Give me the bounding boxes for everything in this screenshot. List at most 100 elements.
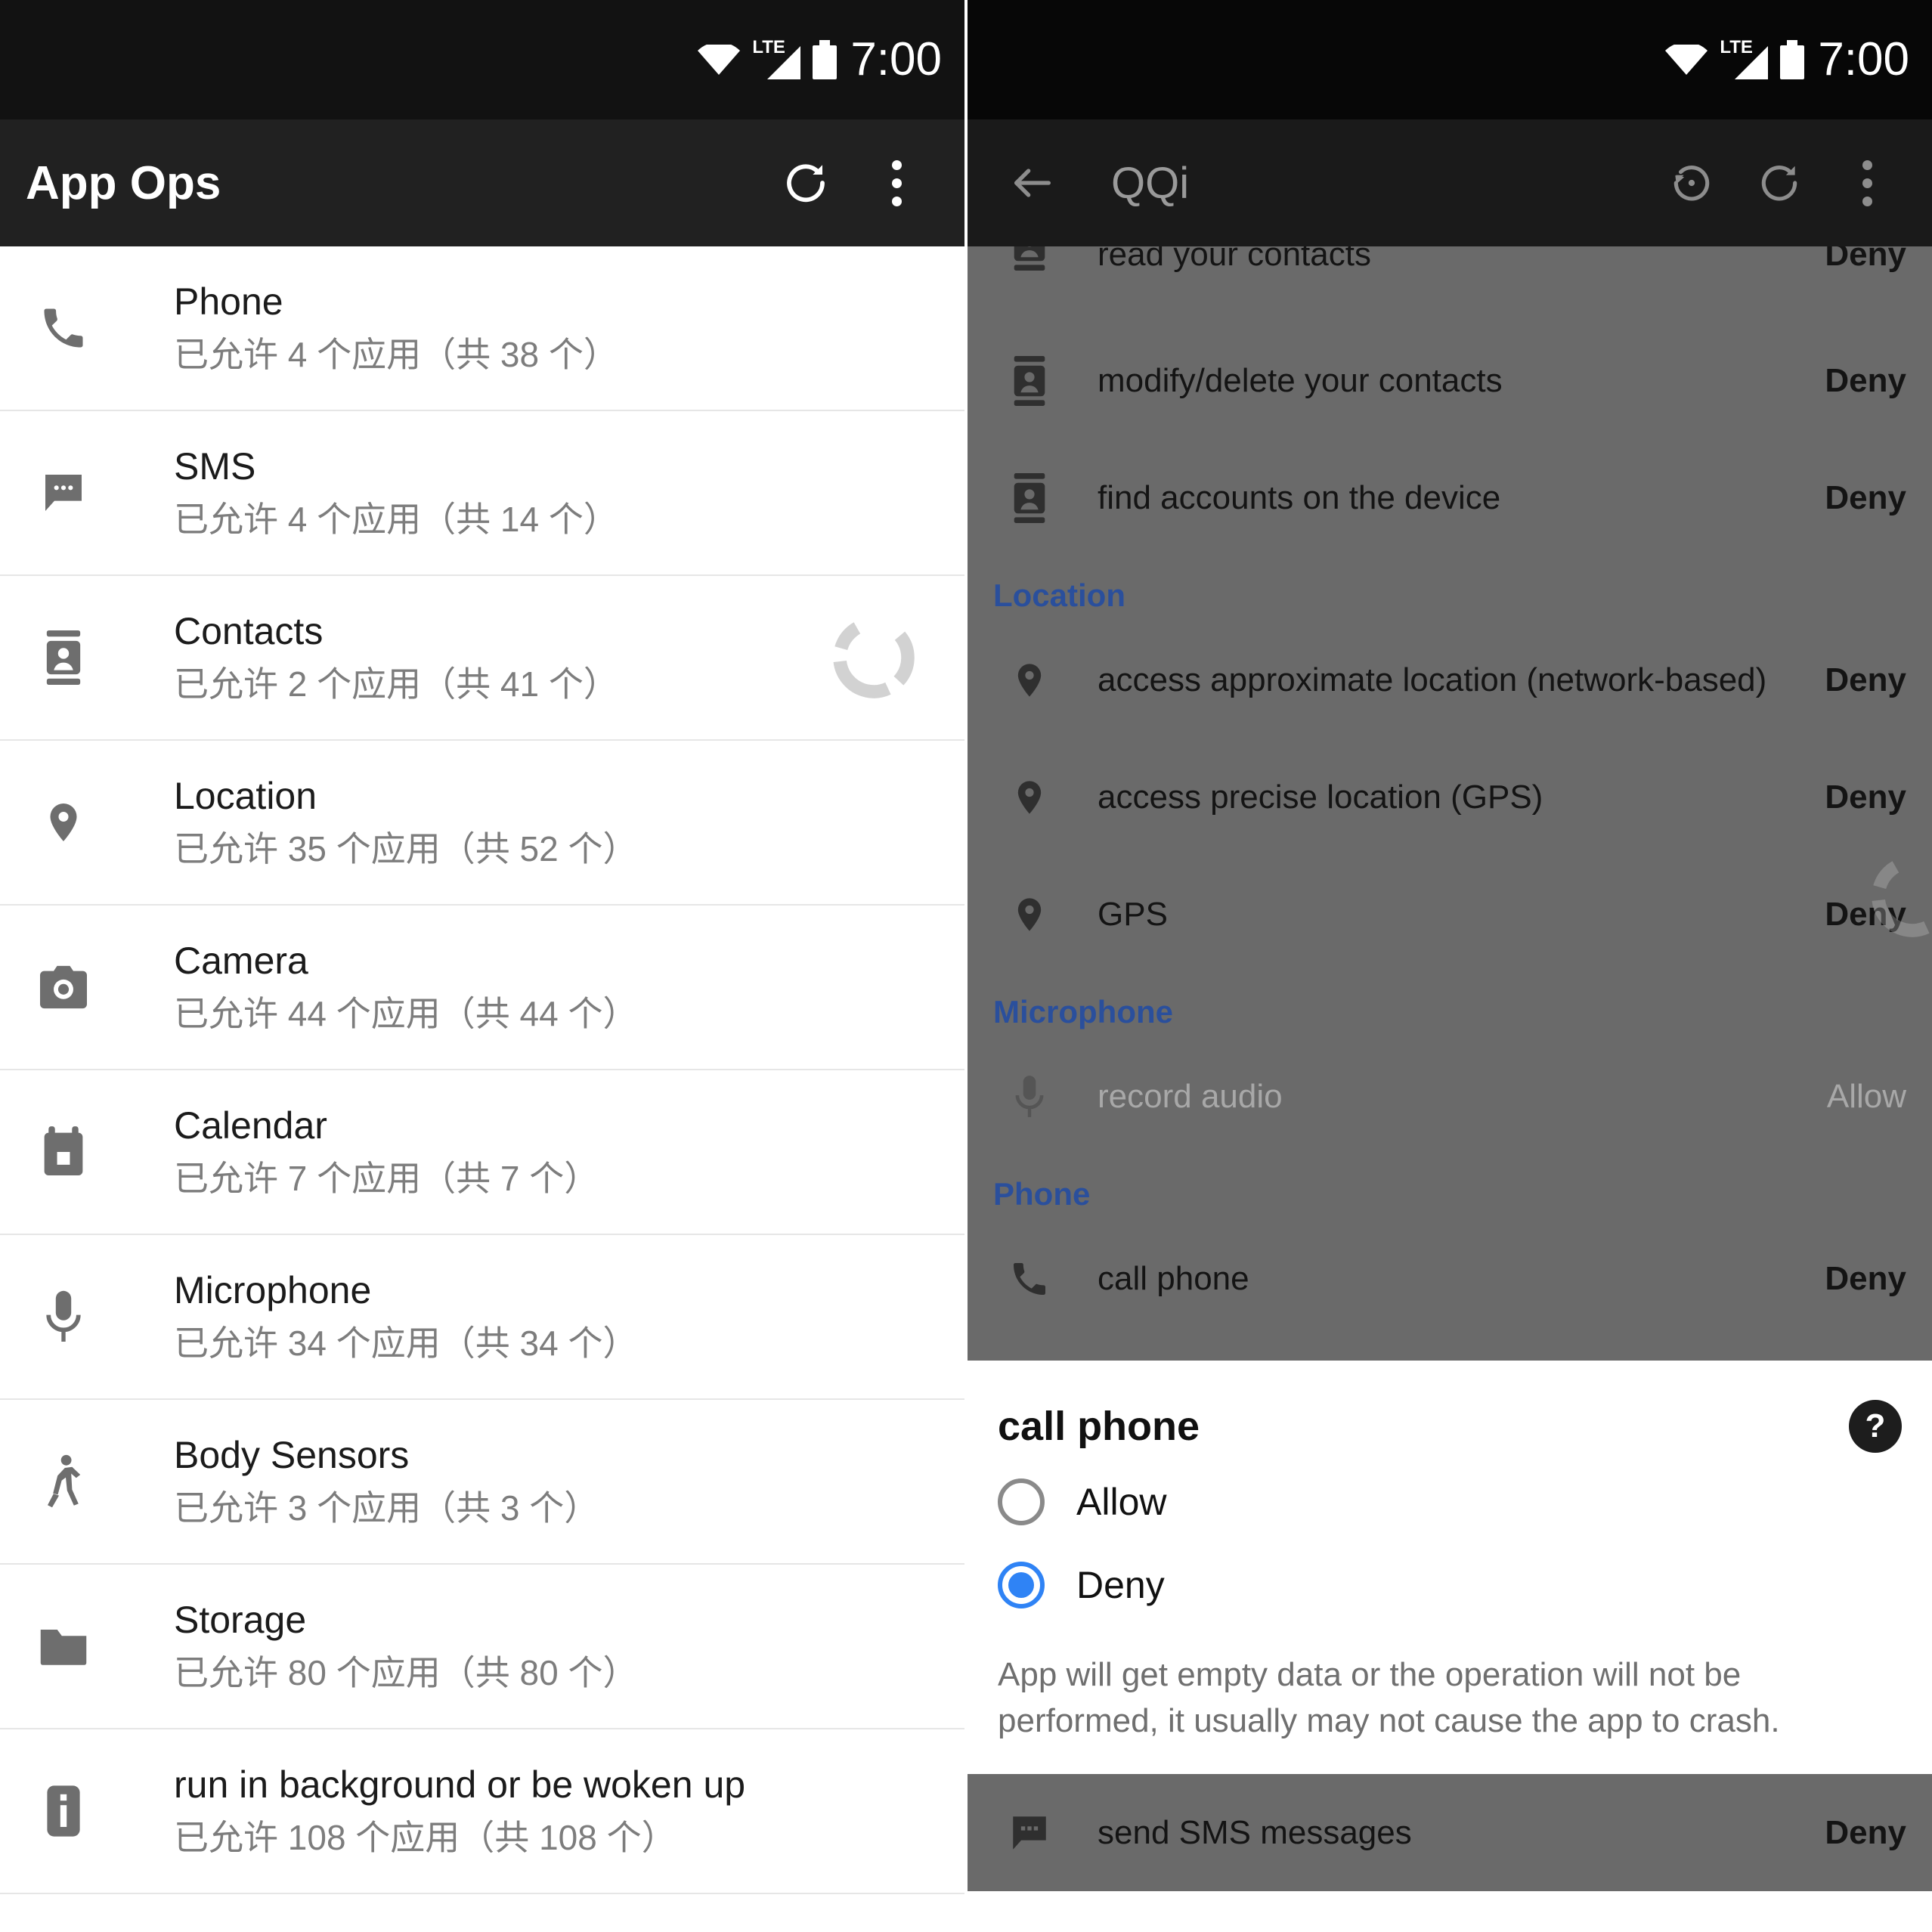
dialog-description: App will get empty data or the operation… bbox=[998, 1656, 1780, 1739]
op-row[interactable]: record audio Allow bbox=[968, 1038, 1932, 1155]
dialog-title: call phone bbox=[998, 1404, 1200, 1449]
list-item-subtitle: 已允许 44 个应用（共 44 个） bbox=[174, 993, 638, 1033]
list-item-title: Camera bbox=[174, 939, 308, 982]
dialog-header: call phone ? bbox=[968, 1361, 1932, 1460]
list-item-title: Location bbox=[174, 774, 317, 817]
list-item-subtitle: 已允许 4 个应用（共 38 个） bbox=[174, 334, 618, 374]
list-item[interactable]: Camera 已允许 44 个应用（共 44 个） bbox=[0, 906, 964, 1070]
wifi-icon bbox=[1665, 45, 1708, 75]
refresh-icon[interactable] bbox=[763, 141, 848, 225]
contacts-icon bbox=[993, 472, 1066, 523]
status-bar-right: LTE 7:00 bbox=[968, 0, 1932, 119]
status-bar-left: LTE 7:00 bbox=[0, 0, 964, 119]
list-item-title: Contacts bbox=[174, 609, 324, 652]
radio-option-deny[interactable]: Deny bbox=[968, 1543, 1932, 1627]
permission-group-list[interactable]: Phone 已允许 4 个应用（共 38 个） SMS 已允许 4 个应用（共 … bbox=[0, 246, 964, 1894]
op-label: read your contacts bbox=[1098, 246, 1371, 273]
phone-icon bbox=[993, 1258, 1066, 1300]
op-label: access precise location (GPS) bbox=[1098, 778, 1543, 816]
page-title: App Ops bbox=[26, 156, 221, 209]
restore-history-icon[interactable] bbox=[1649, 141, 1734, 225]
op-value: Deny bbox=[1825, 778, 1906, 816]
app-toolbar-right: QQi bbox=[968, 119, 1932, 246]
op-row[interactable]: GPS Deny bbox=[968, 856, 1932, 973]
list-item[interactable]: Location 已允许 35 个应用（共 52 个） bbox=[0, 741, 964, 906]
op-row[interactable]: find accounts on the device Deny bbox=[968, 439, 1932, 556]
list-item-subtitle: 已允许 3 个应用（共 3 个） bbox=[174, 1488, 599, 1528]
back-arrow-icon[interactable] bbox=[990, 141, 1075, 225]
op-label: call phone bbox=[1098, 1259, 1249, 1297]
lte-signal-icon: LTE bbox=[752, 39, 801, 79]
op-row[interactable]: modify/delete your contacts Deny bbox=[968, 322, 1932, 439]
list-item-subtitle: 已允许 4 个应用（共 14 个） bbox=[174, 499, 618, 539]
app-toolbar-left: App Ops bbox=[0, 119, 964, 246]
op-row[interactable]: access precise location (GPS) Deny bbox=[968, 738, 1932, 856]
help-icon[interactable]: ? bbox=[1849, 1400, 1902, 1453]
list-item[interactable]: Microphone 已允许 34 个应用（共 34 个） bbox=[0, 1235, 964, 1400]
radio-allow-indicator[interactable] bbox=[998, 1478, 1045, 1525]
dual-screenshot-composite: LTE 7:00 App Ops Phone 已允许 4 个应用（共 38 个）… bbox=[0, 0, 1932, 1932]
loading-spinner-icon bbox=[1867, 851, 1932, 942]
list-item-subtitle: 已允许 34 个应用（共 34 个） bbox=[174, 1323, 638, 1363]
list-item-subtitle: 已允许 7 个应用（共 7 个） bbox=[174, 1158, 599, 1198]
list-item[interactable]: Body Sensors 已允许 3 个应用（共 3 个） bbox=[0, 1400, 964, 1565]
overflow-menu-icon[interactable] bbox=[854, 141, 939, 225]
battery-icon bbox=[1780, 40, 1805, 79]
body-sensors-icon bbox=[21, 1454, 106, 1509]
op-label: record audio bbox=[1098, 1077, 1283, 1115]
refresh-icon[interactable] bbox=[1737, 141, 1822, 225]
location-icon bbox=[993, 657, 1066, 704]
section-header-microphone: Microphone bbox=[993, 994, 1173, 1029]
clock: 7:00 bbox=[1818, 33, 1909, 85]
sms-icon bbox=[993, 1811, 1066, 1855]
overflow-menu-icon[interactable] bbox=[1825, 141, 1909, 225]
list-item-title: Calendar bbox=[174, 1104, 327, 1147]
list-item[interactable]: Storage 已允许 80 个应用（共 80 个） bbox=[0, 1565, 964, 1729]
op-value: Deny bbox=[1825, 1259, 1906, 1297]
list-item[interactable]: Calendar 已允许 7 个应用（共 7 个） bbox=[0, 1070, 964, 1235]
list-item-title: Phone bbox=[174, 280, 283, 323]
op-row[interactable]: access approximate location (network-bas… bbox=[968, 621, 1932, 738]
op-row[interactable]: send SMS messages Deny bbox=[968, 1774, 1932, 1892]
list-item-title: run in background or be woken up bbox=[174, 1763, 746, 1806]
app-name-title: QQi bbox=[1111, 158, 1190, 208]
list-item-subtitle: 已允许 35 个应用（共 52 个） bbox=[174, 828, 638, 868]
op-label: access approximate location (network-bas… bbox=[1098, 661, 1767, 698]
op-row[interactable]: call phone Deny bbox=[968, 1220, 1932, 1337]
phone-icon bbox=[21, 302, 106, 354]
left-phone-panel: LTE 7:00 App Ops Phone 已允许 4 个应用（共 38 个）… bbox=[0, 0, 968, 1932]
op-label: GPS bbox=[1098, 895, 1168, 933]
wifi-icon bbox=[698, 45, 741, 75]
op-label: send SMS messages bbox=[1098, 1813, 1412, 1851]
contacts-icon bbox=[21, 630, 106, 685]
location-icon bbox=[993, 774, 1066, 821]
signal-bars-icon bbox=[1735, 46, 1769, 79]
radio-allow-label: Allow bbox=[1076, 1481, 1167, 1523]
loading-spinner-icon bbox=[828, 612, 919, 703]
contacts-icon bbox=[993, 246, 1066, 271]
radio-deny-indicator[interactable] bbox=[998, 1562, 1045, 1608]
list-item-title: Storage bbox=[174, 1598, 307, 1641]
list-item-subtitle: 已允许 108 个应用（共 108 个） bbox=[174, 1817, 677, 1857]
microphone-icon bbox=[993, 1074, 1066, 1119]
op-value: Deny bbox=[1825, 1813, 1906, 1851]
list-item[interactable]: SMS 已允许 4 个应用（共 14 个） bbox=[0, 411, 964, 576]
list-item[interactable]: run in background or be woken up 已允许 108… bbox=[0, 1729, 964, 1894]
status-bar-icons: LTE bbox=[1665, 39, 1805, 79]
app-ops-list[interactable]: read your contacts Deny modify/delete yo… bbox=[968, 246, 1932, 1361]
radio-option-allow[interactable]: Allow bbox=[968, 1460, 1932, 1543]
list-item-subtitle: 已允许 2 个应用（共 41 个） bbox=[174, 664, 618, 704]
list-item[interactable]: Contacts 已允许 2 个应用（共 41 个） bbox=[0, 576, 964, 741]
status-bar-icons: LTE bbox=[698, 39, 838, 79]
op-value: Deny bbox=[1825, 361, 1906, 399]
op-row[interactable]: read your contacts Deny bbox=[968, 246, 1932, 322]
section-header-location: Location bbox=[993, 577, 1125, 613]
list-item[interactable]: Phone 已允许 4 个应用（共 38 个） bbox=[0, 246, 964, 411]
op-label: modify/delete your contacts bbox=[1098, 361, 1503, 399]
list-item-subtitle: 已允许 80 个应用（共 80 个） bbox=[174, 1652, 638, 1692]
list-item-title: Microphone bbox=[174, 1268, 372, 1311]
run-background-icon bbox=[21, 1784, 106, 1838]
op-label: find accounts on the device bbox=[1098, 478, 1501, 516]
contacts-icon bbox=[993, 355, 1066, 406]
permission-choice-dialog: call phone ? Allow Deny App will get emp… bbox=[968, 1361, 1932, 1892]
